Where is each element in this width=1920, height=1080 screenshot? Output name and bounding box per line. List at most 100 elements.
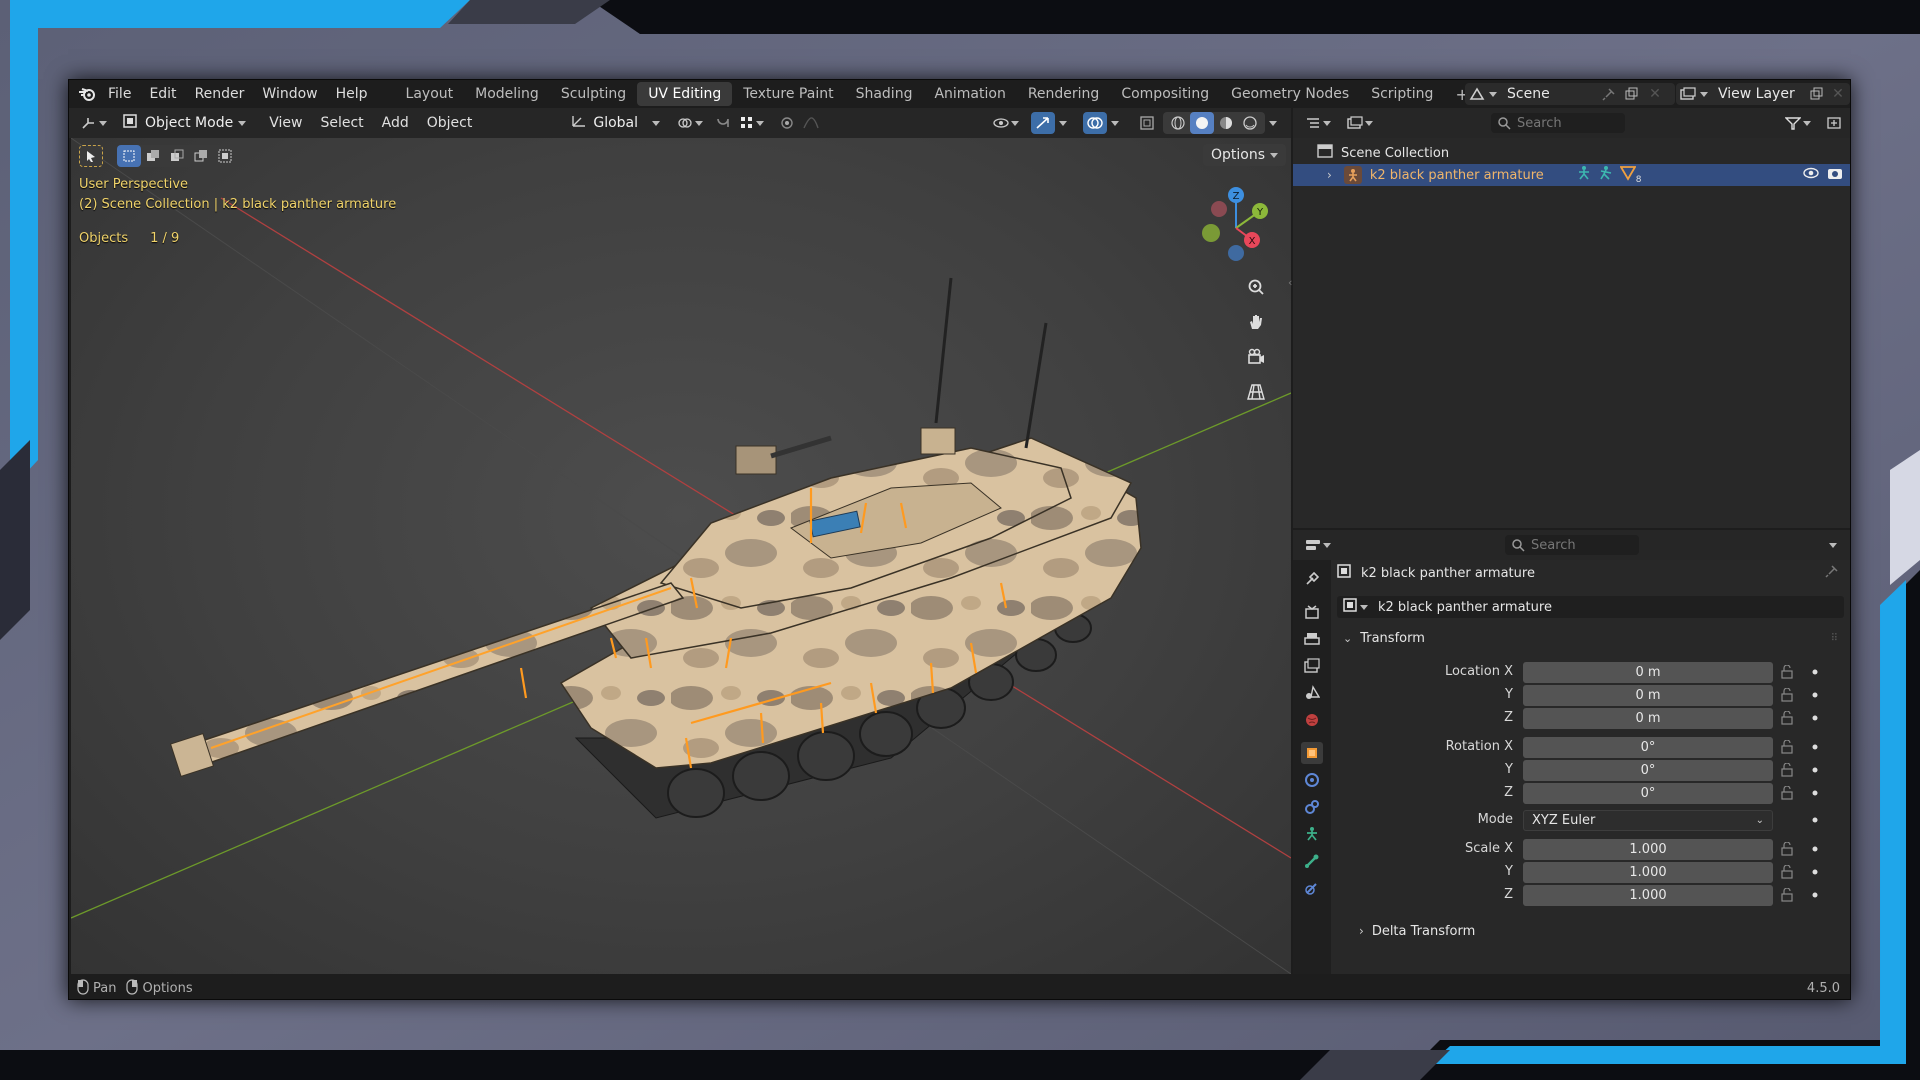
shading-dropdown[interactable] — [1265, 112, 1281, 134]
lock-icon[interactable] — [1781, 841, 1795, 860]
perspective-toggle-icon[interactable] — [1241, 377, 1271, 407]
rotation-mode-dropdown[interactable]: XYZ Euler ⌄ — [1523, 810, 1773, 831]
tab-shading[interactable]: Shading — [845, 82, 924, 106]
select-box-tool-icon[interactable] — [79, 145, 103, 167]
overlays-dropdown[interactable] — [1107, 112, 1123, 134]
lock-icon[interactable] — [1781, 687, 1795, 706]
view-layer-tab-icon[interactable] — [1301, 655, 1323, 677]
proportional-edit-icon[interactable] — [775, 112, 799, 134]
new-collection-icon[interactable] — [1822, 112, 1846, 134]
tank-model[interactable] — [71, 138, 1291, 974]
xray-toggle-icon[interactable] — [1135, 112, 1159, 134]
delete-scene-icon[interactable]: ✕ — [1643, 83, 1667, 105]
pin-properties-icon[interactable] — [1825, 564, 1839, 582]
scale-z-field[interactable]: 1.000 — [1523, 885, 1773, 906]
editor-type-icon[interactable] — [77, 112, 111, 134]
drag-handle-icon[interactable]: ⠿ — [1831, 633, 1838, 644]
material-shading-icon[interactable] — [1214, 112, 1238, 134]
menu-file[interactable]: File — [99, 86, 140, 102]
gizmo-toggle-icon[interactable] — [1031, 112, 1055, 134]
tab-layout[interactable]: Layout — [395, 82, 465, 106]
zoom-icon[interactable] — [1241, 272, 1271, 302]
constraints-tab-icon[interactable] — [1301, 796, 1323, 818]
tab-geometry-nodes[interactable]: Geometry Nodes — [1220, 82, 1360, 106]
outliner-row-armature[interactable]: › k2 black panther armature 8 — [1293, 164, 1850, 186]
pin-icon[interactable] — [1597, 83, 1621, 105]
object-browse-icon[interactable] — [1343, 598, 1357, 616]
outliner-search[interactable]: Search — [1491, 113, 1625, 133]
snap-toggle-icon[interactable] — [711, 112, 735, 134]
tab-texture-paint[interactable]: Texture Paint — [732, 82, 844, 106]
delta-transform-header[interactable]: › Delta Transform — [1359, 920, 1475, 942]
menu-add[interactable]: Add — [373, 115, 418, 131]
mode-selector[interactable]: Object Mode — [117, 112, 252, 134]
lock-icon[interactable] — [1781, 864, 1795, 883]
falloff-icon[interactable] — [799, 112, 823, 134]
bone-tab-icon[interactable] — [1301, 850, 1323, 872]
properties-editor-icon[interactable] — [1301, 534, 1335, 556]
rotation-y-field[interactable]: 0° — [1523, 760, 1773, 781]
location-y-field[interactable]: 0 m — [1523, 685, 1773, 706]
menu-view[interactable]: View — [260, 115, 311, 131]
output-tab-icon[interactable] — [1301, 628, 1323, 650]
properties-options-dropdown[interactable] — [1821, 534, 1845, 556]
menu-help[interactable]: Help — [327, 86, 377, 102]
pan-hand-icon[interactable] — [1241, 307, 1271, 337]
location-z-field[interactable]: 0 m — [1523, 708, 1773, 729]
new-view-layer-icon[interactable] — [1804, 83, 1828, 105]
select-subtract-icon[interactable] — [165, 145, 189, 167]
view-layer-selector[interactable]: View Layer ✕ — [1676, 83, 1850, 105]
scale-x-field[interactable]: 1.000 — [1523, 839, 1773, 860]
modifiers-tab-icon[interactable] — [1301, 769, 1323, 791]
menu-select[interactable]: Select — [311, 115, 372, 131]
menu-object[interactable]: Object — [418, 115, 482, 131]
overlays-toggle-icon[interactable] — [1083, 112, 1107, 134]
lock-icon[interactable] — [1781, 739, 1795, 758]
select-new-icon[interactable] — [117, 145, 141, 167]
scene-tab-icon[interactable] — [1301, 682, 1323, 704]
options-dropdown[interactable]: Options — [1203, 144, 1287, 166]
select-intersect-icon[interactable] — [213, 145, 237, 167]
object-tab-icon[interactable] — [1301, 742, 1323, 764]
outliner-editor-icon[interactable] — [1301, 112, 1335, 134]
sidebar-toggle-icon[interactable]: ‹ — [1288, 276, 1292, 289]
new-scene-icon[interactable] — [1619, 83, 1643, 105]
lock-icon[interactable] — [1781, 762, 1795, 781]
delete-view-layer-icon[interactable]: ✕ — [1826, 83, 1850, 105]
lock-icon[interactable] — [1781, 710, 1795, 729]
menu-edit[interactable]: Edit — [140, 86, 185, 102]
object-data-tab-icon[interactable] — [1301, 823, 1323, 845]
menu-window[interactable]: Window — [253, 86, 326, 102]
properties-search[interactable]: Search — [1505, 535, 1639, 555]
transform-orientation-selector[interactable]: Global — [571, 112, 663, 134]
outliner-row-scene-collection[interactable]: Scene Collection — [1293, 143, 1850, 163]
display-mode-icon[interactable] — [1343, 112, 1377, 134]
rotation-z-field[interactable]: 0° — [1523, 783, 1773, 804]
rotation-x-field[interactable]: 0° — [1523, 737, 1773, 758]
lock-icon[interactable] — [1781, 785, 1795, 804]
select-extend-icon[interactable] — [141, 145, 165, 167]
tab-uv-editing[interactable]: UV Editing — [637, 82, 733, 106]
blender-logo-icon[interactable] — [75, 83, 99, 105]
snap-target-icon[interactable] — [735, 112, 769, 134]
wireframe-shading-icon[interactable] — [1166, 112, 1190, 134]
gizmo-dropdown[interactable] — [1055, 112, 1071, 134]
render-camera-icon[interactable] — [1827, 166, 1843, 184]
lock-icon[interactable] — [1781, 664, 1795, 683]
tab-sculpting[interactable]: Sculpting — [550, 82, 637, 106]
tab-modeling[interactable]: Modeling — [464, 82, 550, 106]
render-tab-icon[interactable] — [1301, 601, 1323, 623]
expand-chevron-icon[interactable]: › — [1327, 168, 1332, 182]
rendered-shading-icon[interactable] — [1238, 112, 1262, 134]
solid-shading-icon[interactable] — [1190, 112, 1214, 134]
select-invert-icon[interactable] — [189, 145, 213, 167]
keyframe-dots[interactable] — [1809, 662, 1821, 912]
tab-compositing[interactable]: Compositing — [1110, 82, 1220, 106]
world-tab-icon[interactable] — [1301, 709, 1323, 731]
menu-render[interactable]: Render — [186, 86, 254, 102]
scale-y-field[interactable]: 1.000 — [1523, 862, 1773, 883]
visibility-selector-icon[interactable] — [989, 112, 1023, 134]
transform-panel-header[interactable]: ⌄ Transform ⠿ — [1337, 626, 1844, 650]
navigation-gizmo[interactable]: Z Y X — [1191, 183, 1281, 273]
tab-animation[interactable]: Animation — [923, 82, 1016, 106]
